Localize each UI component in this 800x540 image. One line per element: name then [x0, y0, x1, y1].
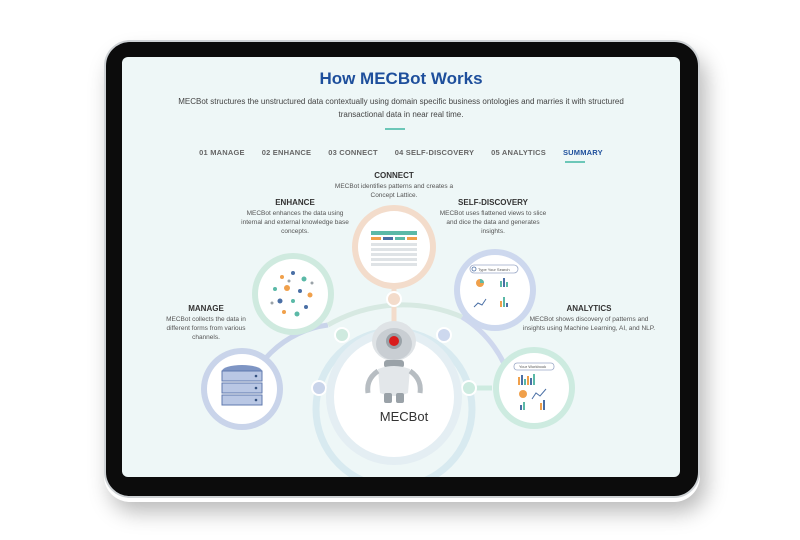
enhance-label: ENHANCE MECBot enhances the data using i…	[236, 198, 354, 236]
manage-label: MANAGE MECBot collects the data in diffe…	[158, 304, 254, 342]
search-text: Type Your Search	[478, 267, 510, 272]
analytics-title: ANALYTICS	[566, 304, 612, 313]
manage-node[interactable]	[201, 348, 283, 430]
connect-title: CONNECT	[374, 171, 414, 180]
self-discovery-label: SELF-DISCOVERY MECBot uses flattened vie…	[438, 198, 548, 236]
self-discovery-desc: MECBot uses flattened views to slice and…	[439, 210, 547, 235]
analytics-label: ANALYTICS MECBot shows discovery of patt…	[522, 304, 656, 333]
connect-node[interactable]	[352, 205, 436, 289]
center-label: MECBot	[379, 409, 429, 424]
connect-label: CONNECT MECBot identifies patterns and c…	[330, 171, 458, 200]
search-text: Your Workbook	[519, 364, 546, 369]
manage-desc: MECBot collects the data in different fo…	[166, 316, 246, 341]
database-icon	[221, 365, 263, 406]
analytics-desc: MECBot shows discovery of patterns and i…	[522, 316, 656, 332]
enhance-node[interactable]	[252, 253, 334, 335]
enhance-desc: MECBot enhances the data using internal …	[241, 210, 349, 235]
analytics-node[interactable]: Your Workbook	[493, 347, 575, 429]
self-discovery-title: SELF-DISCOVERY	[458, 198, 528, 207]
manage-title: MANAGE	[188, 304, 224, 313]
screen: How MECBot Works MECBot structures the u…	[122, 57, 680, 477]
